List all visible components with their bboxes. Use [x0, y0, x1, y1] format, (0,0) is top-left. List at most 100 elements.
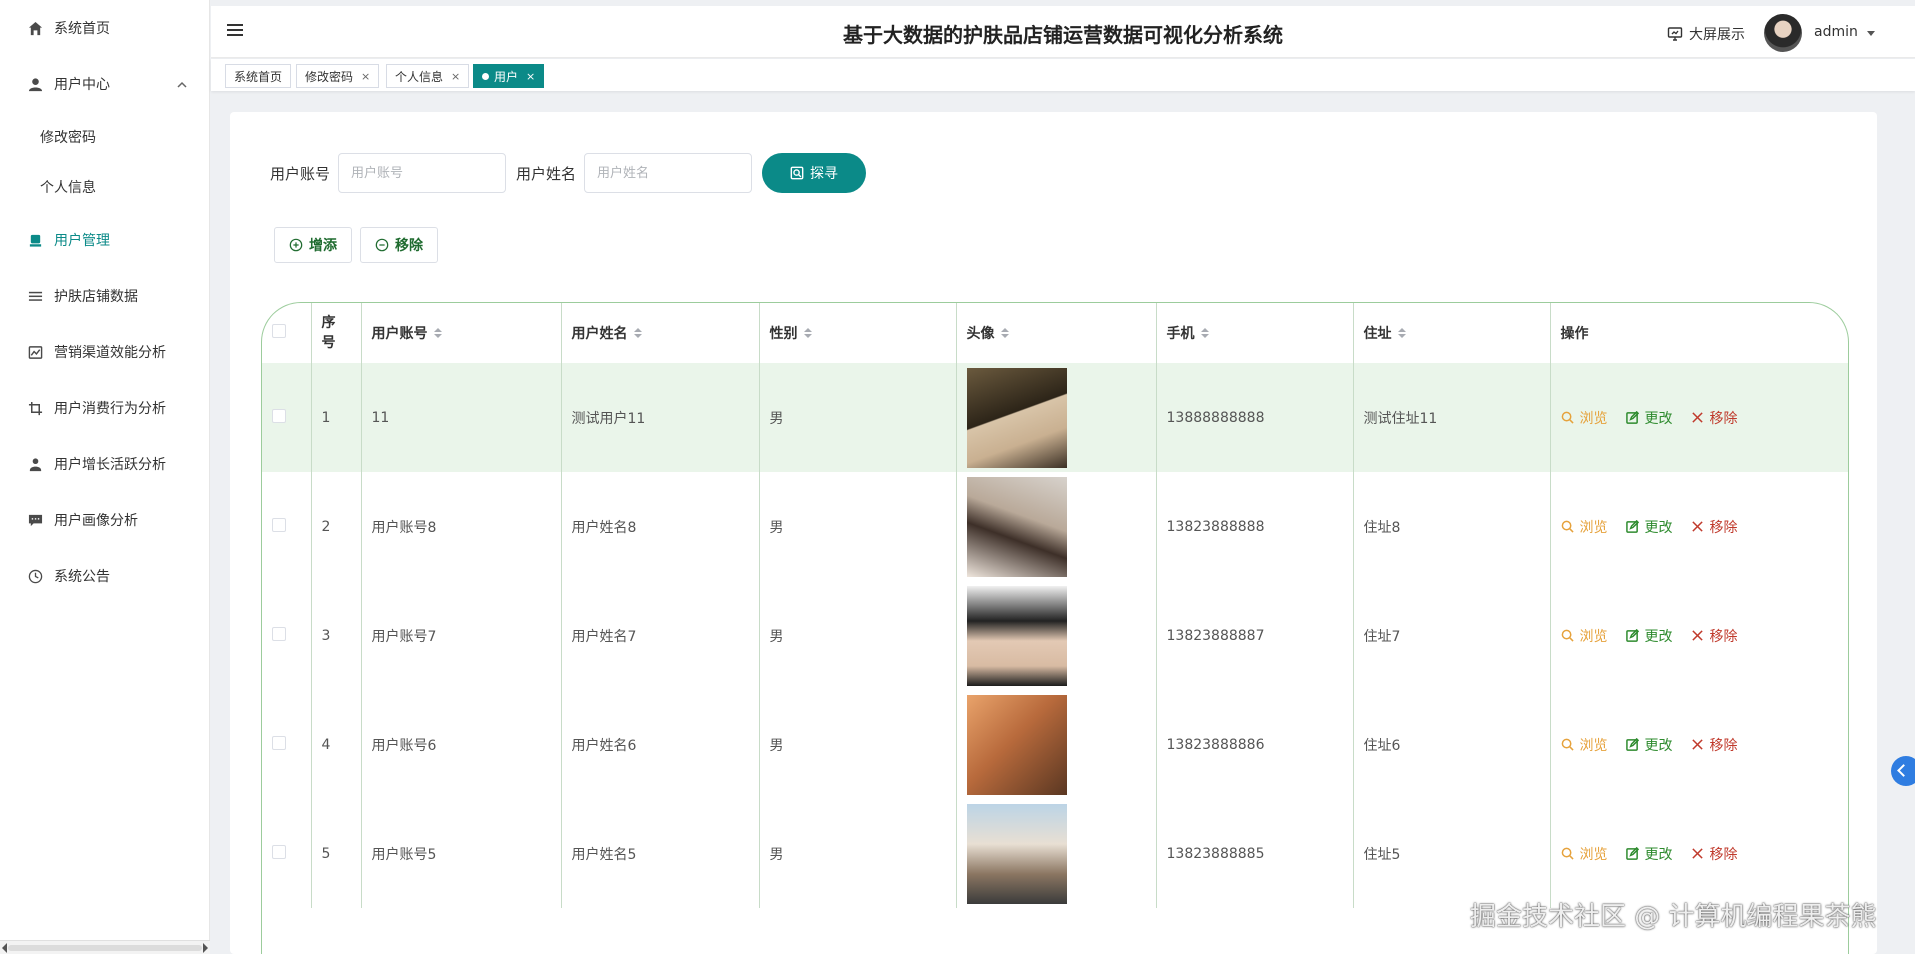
- search-icon: [1561, 847, 1574, 860]
- delete-button[interactable]: 移除: [1691, 626, 1738, 646]
- col-avatar[interactable]: 头像: [956, 303, 1157, 363]
- sort-icon[interactable]: [1397, 328, 1406, 340]
- sidebar-item-home[interactable]: 系统首页: [0, 0, 209, 56]
- delete-button[interactable]: 移除: [1691, 844, 1738, 864]
- phone-cell: 13823888887: [1156, 581, 1354, 690]
- view-button[interactable]: 浏览: [1561, 626, 1608, 646]
- col-ops: 操作: [1550, 303, 1848, 363]
- row-checkbox[interactable]: [272, 735, 286, 750]
- select-cell: [262, 472, 312, 581]
- delete-button[interactable]: 移除: [1691, 517, 1738, 537]
- tab-home[interactable]: 系统首页: [225, 64, 292, 88]
- edit-icon: [1625, 847, 1639, 860]
- view-button[interactable]: 浏览: [1561, 517, 1608, 537]
- address-cell: 测试住址11: [1353, 363, 1551, 472]
- row-checkbox[interactable]: [272, 844, 286, 859]
- user-name[interactable]: admin: [1814, 24, 1858, 40]
- account-cell: 用户账号8: [361, 472, 562, 581]
- address-cell: 住址8: [1353, 472, 1551, 581]
- name-search-input[interactable]: [584, 153, 753, 193]
- col-account[interactable]: 用户账号: [361, 303, 562, 363]
- phone-cell: 13823888886: [1156, 690, 1354, 799]
- account-cell: 用户账号6: [361, 690, 562, 799]
- search-button-label: 探寻: [810, 166, 839, 182]
- sidebar-item-user-center[interactable]: 用户中心: [0, 56, 209, 112]
- monitor-icon: [1667, 27, 1683, 41]
- delete-button[interactable]: 移除: [1691, 735, 1738, 755]
- sort-icon[interactable]: [633, 328, 642, 340]
- sidebar-item-announcements[interactable]: 系统公告: [0, 548, 209, 604]
- sort-icon[interactable]: [803, 328, 812, 340]
- account-search-input[interactable]: [338, 153, 507, 193]
- action-toolbar: 增添 移除: [274, 227, 446, 263]
- user-avatar-image[interactable]: [966, 585, 1067, 686]
- sidebar-subitem-profile[interactable]: 个人信息: [0, 162, 209, 212]
- avatar[interactable]: [1764, 14, 1802, 52]
- tab-change-password[interactable]: 修改密码 ×: [296, 64, 380, 88]
- col-phone[interactable]: 手机: [1156, 303, 1354, 363]
- sidebar-item-store-data[interactable]: 护肤店铺数据: [0, 268, 209, 324]
- gender-cell: 男: [759, 581, 957, 690]
- view-button[interactable]: 浏览: [1561, 844, 1608, 864]
- edit-button[interactable]: 更改: [1625, 517, 1673, 537]
- scroll-right-icon[interactable]: [203, 943, 208, 953]
- col-address[interactable]: 住址: [1353, 303, 1551, 363]
- view-button[interactable]: 浏览: [1561, 735, 1608, 755]
- scrollbar-thumb[interactable]: [8, 945, 202, 951]
- sidebar-item-channel-analysis[interactable]: 营销渠道效能分析: [0, 324, 209, 380]
- avatar-cell: [956, 690, 1157, 799]
- close-icon[interactable]: ×: [526, 70, 535, 83]
- gender-cell: 男: [759, 690, 957, 799]
- user-avatar-image[interactable]: [966, 694, 1067, 795]
- user-avatar-image[interactable]: [966, 476, 1067, 577]
- index-cell: 2: [311, 472, 362, 581]
- sort-icon[interactable]: [1000, 328, 1009, 340]
- edit-label: 更改: [1644, 410, 1673, 427]
- row-checkbox[interactable]: [272, 408, 286, 423]
- collapse-panel-button[interactable]: [1891, 756, 1915, 786]
- sidebar-scrollbar[interactable]: [0, 940, 210, 954]
- close-icon[interactable]: ×: [451, 70, 460, 83]
- name-label: 用户姓名: [516, 164, 577, 183]
- edit-button[interactable]: 更改: [1625, 408, 1673, 428]
- delete-button[interactable]: 移除: [1691, 408, 1738, 428]
- col-gender[interactable]: 性别: [759, 303, 957, 363]
- tab-profile[interactable]: 个人信息 ×: [386, 64, 470, 88]
- edit-button[interactable]: 更改: [1625, 626, 1673, 646]
- sidebar-subitem-change-password[interactable]: 修改密码: [0, 112, 209, 162]
- sidebar-item-user-portrait[interactable]: 用户画像分析: [0, 492, 209, 548]
- search-icon: [1561, 738, 1574, 751]
- view-button[interactable]: 浏览: [1561, 408, 1608, 428]
- edit-label: 更改: [1644, 628, 1673, 645]
- sidebar: 系统首页 用户中心 修改密码 个人信息 用户管理 护肤店铺数据 营销渠道效能分析…: [0, 0, 210, 954]
- tab-users[interactable]: 用户 ×: [473, 64, 545, 88]
- col-name[interactable]: 用户姓名: [561, 303, 760, 363]
- scroll-left-icon[interactable]: [2, 943, 7, 953]
- edit-button[interactable]: 更改: [1625, 844, 1673, 864]
- search-icon: [790, 166, 804, 180]
- top-header: 基于大数据的护肤品店铺运营数据可视化分析系统 大屏展示 admin: [211, 6, 1915, 58]
- address-cell: 住址7: [1353, 581, 1551, 690]
- remove-button[interactable]: 移除: [360, 227, 438, 263]
- row-checkbox[interactable]: [272, 517, 286, 532]
- page-title: 基于大数据的护肤品店铺运营数据可视化分析系统: [843, 23, 1283, 47]
- select-all-checkbox[interactable]: [272, 324, 286, 338]
- view-label: 浏览: [1579, 410, 1608, 427]
- sidebar-item-user-management[interactable]: 用户管理: [0, 212, 209, 268]
- add-button[interactable]: 增添: [274, 227, 352, 263]
- close-icon[interactable]: ×: [361, 70, 370, 83]
- sidebar-item-consumer-behavior[interactable]: 用户消费行为分析: [0, 380, 209, 436]
- caret-down-icon[interactable]: [1867, 31, 1875, 36]
- row-checkbox[interactable]: [272, 626, 286, 641]
- user-avatar-image[interactable]: [966, 367, 1067, 468]
- user-avatar-image[interactable]: [966, 803, 1067, 904]
- sort-icon[interactable]: [433, 328, 442, 340]
- avatar-cell: [956, 581, 1157, 690]
- big-screen-button[interactable]: 大屏展示: [1667, 24, 1745, 44]
- sort-icon[interactable]: [1200, 328, 1209, 340]
- search-button[interactable]: 探寻: [762, 153, 867, 193]
- sidebar-item-growth-analysis[interactable]: 用户增长活跃分析: [0, 436, 209, 492]
- edit-button[interactable]: 更改: [1625, 735, 1673, 755]
- phone-cell: 13888888888: [1156, 363, 1354, 472]
- sidebar-item-label: 系统首页: [54, 21, 110, 37]
